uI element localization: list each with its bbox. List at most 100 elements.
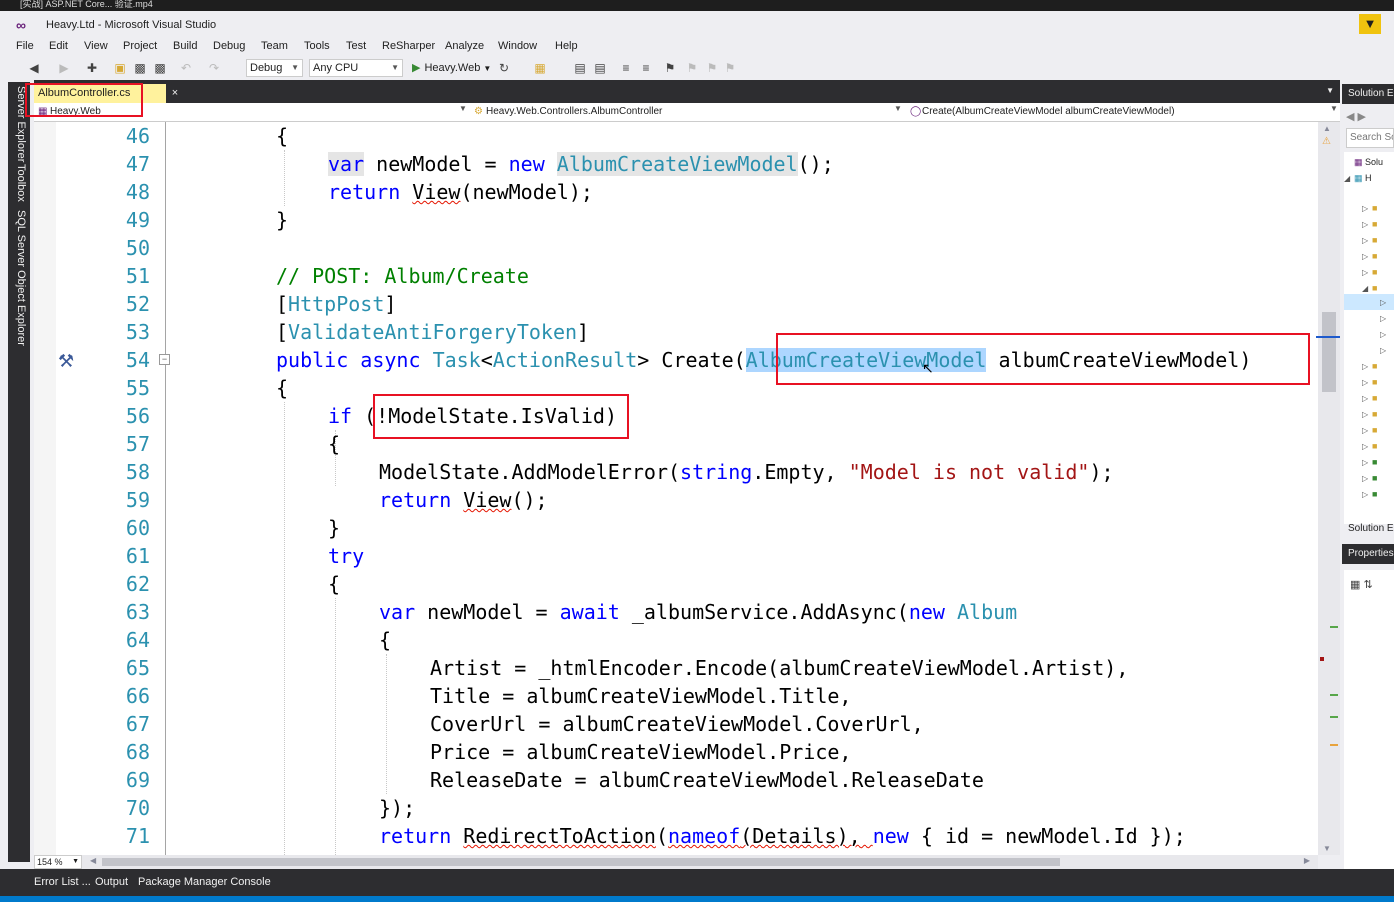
chevron-down-icon[interactable]: ▼: [459, 104, 467, 113]
menu-debug[interactable]: Debug: [213, 40, 245, 52]
tree-item[interactable]: ▷ ■: [1344, 232, 1394, 248]
tree-item[interactable]: ▷ ■: [1344, 454, 1394, 470]
tree-item[interactable]: ▷ ■: [1344, 438, 1394, 454]
tree-item[interactable]: ▷ ■: [1344, 374, 1394, 390]
redo-icon[interactable]: ↷: [206, 60, 222, 76]
horizontal-scrollbar[interactable]: 154 % ▼ ◀ ▶: [34, 855, 1318, 869]
back-icon[interactable]: ◀: [1346, 111, 1354, 123]
tree-item[interactable]: ▷ ■: [1344, 216, 1394, 232]
outdent-icon[interactable]: ≡: [638, 60, 654, 76]
start-debugging-button[interactable]: ▶ Heavy.Web ▼: [412, 60, 491, 77]
code-line-56: if (!ModelState.IsValid): [328, 404, 617, 428]
scrollbar-thumb[interactable]: [1322, 312, 1336, 392]
tab-album-controller[interactable]: AlbumController.cs: [34, 84, 166, 103]
next-bookmark-icon[interactable]: ⚑: [704, 60, 720, 76]
chevron-down-icon[interactable]: ▼: [1330, 104, 1338, 113]
menu-project[interactable]: Project: [123, 40, 157, 52]
forward-icon[interactable]: ▶: [56, 60, 72, 76]
chevron-right-icon: ▷: [1362, 394, 1369, 403]
menu-edit[interactable]: Edit: [49, 40, 68, 52]
refresh-icon[interactable]: ↻: [496, 60, 512, 76]
scroll-down-icon[interactable]: ▼: [1323, 844, 1331, 853]
bottom-tool-tabs: Error List ... Output Package Manager Co…: [0, 869, 1394, 896]
save-icon[interactable]: ▩: [132, 60, 148, 76]
tree-item[interactable]: ▷ ■: [1344, 406, 1394, 422]
save-all-icon[interactable]: ▩: [152, 60, 168, 76]
vertical-scrollbar[interactable]: ▲ ⚠ ▼: [1318, 122, 1340, 855]
open-file-icon[interactable]: ▣: [112, 60, 128, 76]
tree-item[interactable]: ▷ ■: [1344, 358, 1394, 374]
browser-link-icon[interactable]: ▦: [532, 60, 548, 76]
properties-header[interactable]: Properties: [1342, 544, 1394, 564]
line-number: 64: [125, 628, 150, 652]
close-icon[interactable]: ×: [168, 84, 182, 103]
back-icon[interactable]: ◀: [26, 60, 42, 76]
tree-item[interactable]: ▷: [1344, 326, 1394, 342]
tree-item[interactable]: ▷: [1344, 342, 1394, 358]
member-dropdown[interactable]: ◯Create(AlbumCreateViewModel albumCreate…: [910, 103, 1320, 121]
tree-item[interactable]: ▷ ■: [1344, 486, 1394, 502]
undo-icon[interactable]: ↶: [178, 60, 194, 76]
menu-build[interactable]: Build: [173, 40, 197, 52]
indent-icon[interactable]: ≡: [618, 60, 634, 76]
prev-bookmark-icon[interactable]: ⚑: [684, 60, 700, 76]
toolbox-tab[interactable]: Toolbox: [15, 164, 27, 202]
menu-help[interactable]: Help: [555, 40, 578, 52]
code-editor[interactable]: ⚒ 46 47 48 49 50 51 52 53 54 55 56 57 58…: [34, 122, 1318, 855]
tab-output[interactable]: Output: [95, 876, 128, 888]
solution-explorer-footer-tab[interactable]: Solution E: [1344, 521, 1394, 537]
comment-icon[interactable]: ▤: [572, 60, 588, 76]
platform-select[interactable]: Any CPU ▼: [309, 59, 403, 77]
menu-test[interactable]: Test: [346, 40, 366, 52]
menu-window[interactable]: Window: [498, 40, 537, 52]
scroll-right-icon[interactable]: ▶: [1304, 856, 1310, 865]
zoom-select[interactable]: 154 % ▼: [34, 855, 82, 869]
notification-flag-icon[interactable]: ▼: [1359, 14, 1381, 34]
tree-item-project[interactable]: ◢ ▦ H: [1344, 170, 1394, 186]
chevron-down-icon[interactable]: ▼: [894, 104, 902, 113]
solution-explorer-panel: Solution E ◀ ▶ Search So ▦ Solu ◢ ▦ H ▷ ■ …: [1342, 80, 1394, 869]
tree-item[interactable]: ▷ ■: [1344, 422, 1394, 438]
uncomment-icon[interactable]: ▤: [592, 60, 608, 76]
tree-item[interactable]: ▷ ■: [1344, 264, 1394, 280]
menu-analyze[interactable]: Analyze: [445, 40, 484, 52]
solution-explorer-header[interactable]: Solution E: [1342, 84, 1394, 104]
menu-tools[interactable]: Tools: [304, 40, 330, 52]
menu-file[interactable]: File: [16, 40, 34, 52]
tree-item[interactable]: ▷ ■: [1344, 200, 1394, 216]
tab-package-manager-console[interactable]: Package Manager Console: [138, 876, 271, 888]
forward-icon[interactable]: ▶: [1358, 111, 1366, 123]
tab-error-list[interactable]: Error List ...: [34, 876, 91, 888]
tree-item[interactable]: ▷ ■: [1344, 248, 1394, 264]
scroll-up-icon[interactable]: ▲: [1323, 124, 1331, 133]
categorized-icon[interactable]: ▦: [1350, 579, 1360, 591]
chevron-right-icon: ▷: [1380, 298, 1387, 307]
tab-overflow-icon[interactable]: ▼: [1326, 86, 1334, 95]
tree-item[interactable]: ▷ ■: [1344, 470, 1394, 486]
bookmark-icon[interactable]: ⚑: [662, 60, 678, 76]
project-dropdown[interactable]: ▦ Heavy.Web: [38, 103, 458, 121]
change-marker: [1330, 716, 1338, 718]
scrollbar-thumb[interactable]: [102, 858, 1060, 866]
chevron-right-icon: ▷: [1380, 346, 1387, 355]
new-project-icon[interactable]: ✚: [84, 60, 100, 76]
solution-search-input[interactable]: Search So: [1346, 128, 1394, 148]
tree-item-solution[interactable]: ▦ Solu: [1344, 154, 1394, 170]
tree-item-selected[interactable]: ▷: [1344, 294, 1394, 310]
menu-team[interactable]: Team: [261, 40, 288, 52]
hammer-icon[interactable]: ⚒: [58, 350, 80, 372]
scroll-left-icon[interactable]: ◀: [90, 856, 96, 865]
chevron-right-icon: ▷: [1362, 268, 1369, 277]
menu-view[interactable]: View: [84, 40, 108, 52]
tree-item[interactable]: ▷: [1344, 310, 1394, 326]
server-explorer-tab[interactable]: Server Explorer: [15, 86, 27, 162]
chevron-right-icon: ▷: [1362, 362, 1369, 371]
tree-item[interactable]: ▷ ■: [1344, 390, 1394, 406]
collapse-region-icon[interactable]: −: [159, 354, 170, 365]
sql-server-object-explorer-tab[interactable]: SQL Server Object Explorer: [15, 210, 27, 346]
alphabetical-icon[interactable]: ⇅: [1363, 579, 1372, 591]
solution-config-select[interactable]: Debug ▼: [246, 59, 303, 77]
clear-bookmarks-icon[interactable]: ⚑: [722, 60, 738, 76]
menu-resharper[interactable]: ReSharper: [382, 40, 435, 52]
class-dropdown[interactable]: ⚙ Heavy.Web.Controllers.AlbumController: [474, 103, 894, 121]
